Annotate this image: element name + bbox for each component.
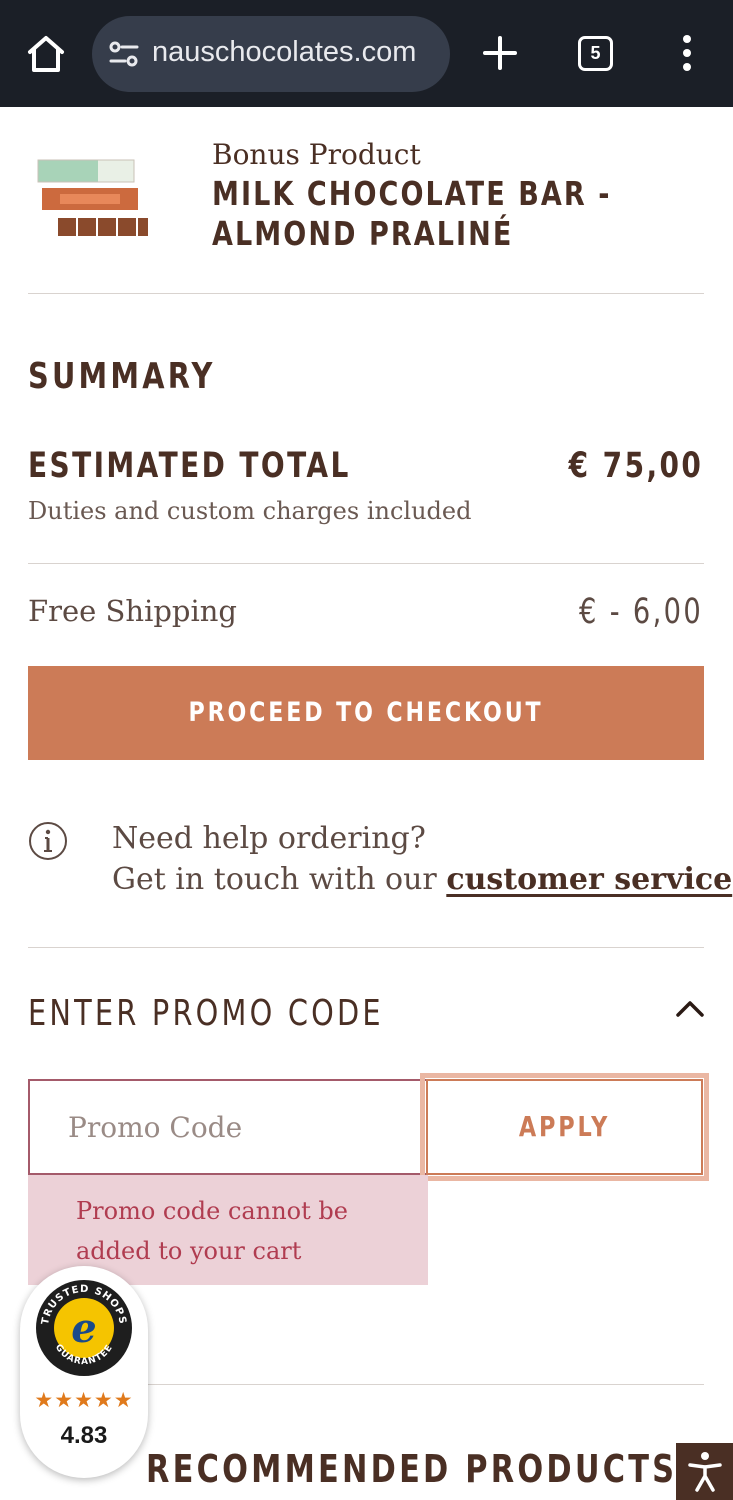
checkout-button-label: PROCEED TO CHECKOUT (188, 697, 544, 728)
shipping-value: € - 6,00 (578, 592, 703, 632)
shipping-label: Free Shipping (28, 594, 237, 628)
summary-heading: SUMMARY (28, 356, 216, 397)
help-contact-prefix: Get in touch with our (112, 862, 447, 897)
browser-toolbar: nauschocolates.com 5 (0, 0, 733, 107)
apply-button-label: APPLY (518, 1110, 611, 1143)
chevron-up-icon[interactable] (672, 994, 708, 1022)
home-icon[interactable] (22, 30, 70, 78)
proceed-to-checkout-button[interactable]: PROCEED TO CHECKOUT (28, 666, 704, 760)
url-text[interactable]: nauschocolates.com (152, 36, 442, 69)
bonus-product-title[interactable]: MILK CHOCOLATE BAR - ALMOND PRALINÉ (212, 174, 638, 254)
rating-score: 4.83 (60, 1422, 108, 1449)
tab-switcher-icon[interactable]: 5 (578, 36, 613, 71)
promo-code-input[interactable] (28, 1079, 428, 1175)
bonus-product-kicker: Bonus Product (212, 138, 421, 171)
accessibility-icon[interactable] (676, 1443, 733, 1500)
apply-button[interactable]: APPLY (426, 1079, 703, 1175)
divider (28, 563, 704, 564)
site-settings-icon[interactable] (108, 40, 140, 68)
trusted-shops-seal-icon: e TRUSTED SHOPS GUARANTEE (34, 1278, 134, 1378)
divider (28, 947, 704, 948)
estimated-total-value: € 75,00 (568, 446, 703, 486)
duties-note: Duties and custom charges included (28, 497, 472, 525)
bonus-product-image (30, 148, 152, 244)
help-question: Need help ordering? (112, 821, 426, 856)
svg-text:e: e (71, 1305, 96, 1352)
estimated-total-label: ESTIMATED TOTAL (28, 446, 351, 486)
address-bar[interactable]: nauschocolates.com (92, 16, 450, 92)
promo-code-heading[interactable]: ENTER PROMO CODE (28, 993, 384, 1034)
recommended-products-heading: RECOMMENDED PRODUCTS (146, 1447, 678, 1491)
divider (28, 293, 704, 294)
rating-stars: ★★★★★ (34, 1388, 134, 1412)
more-menu-icon[interactable] (672, 30, 702, 76)
new-tab-icon[interactable] (478, 28, 522, 78)
info-icon (28, 821, 68, 861)
customer-service-link[interactable]: customer service (446, 862, 732, 897)
trusted-shops-badge[interactable]: e TRUSTED SHOPS GUARANTEE ★★★★★ 4.83 (20, 1266, 148, 1478)
help-contact-line: Get in touch with our customer service (112, 862, 732, 897)
